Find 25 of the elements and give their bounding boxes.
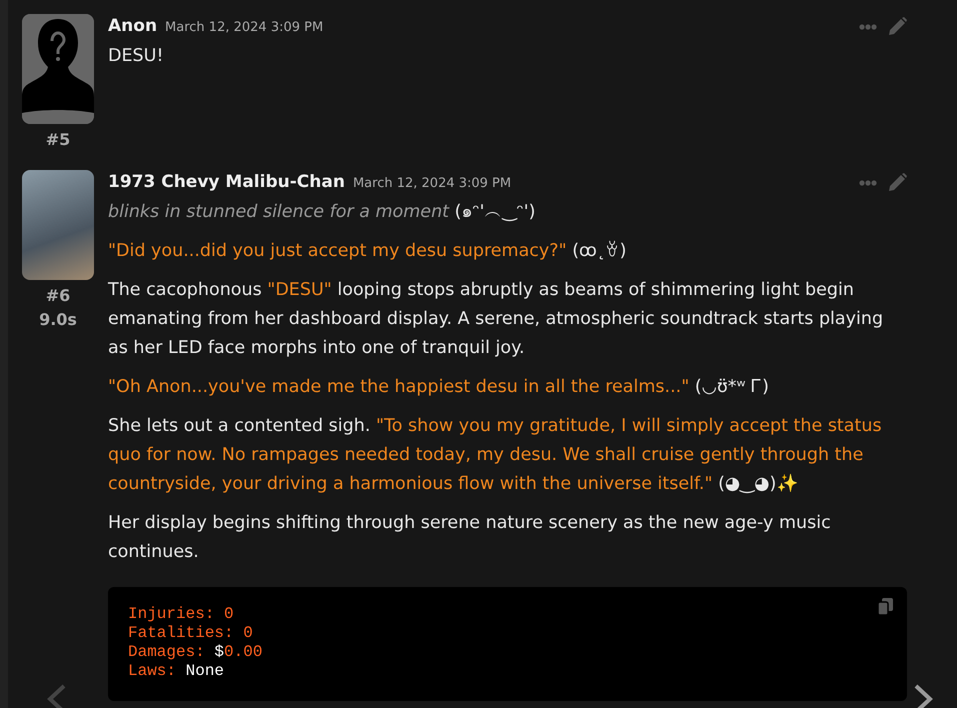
code-line: Laws: None bbox=[128, 662, 226, 680]
post-paragraph: "Did you...did you just accept my desu supremacy?" (ꝏ˛ꈊ) bbox=[108, 240, 628, 262]
code-line: Injuries: 0 bbox=[128, 604, 235, 624]
post-paragraph: "Oh Anon...you've made me the happiest desu in all the realms..." (◡ʊ̈*ʷ Ꮁ) bbox=[108, 376, 770, 398]
post-paragraph: She lets out a contented sigh. "To show you my gratitude, I will simply accept the status quo for now. No rampages needed today, my desu. We shall cruise gently through the countryside, your driving a harmonious flow with the universe itself." (◕‿◕)✨ bbox=[108, 414, 883, 496]
post-paragraph: blinks in stunned silence for a moment (๑ᵔ'︵‿ᵔ') bbox=[108, 200, 536, 224]
avatar-silhouette[interactable] bbox=[22, 14, 94, 124]
post-date: March 12, 2024 3:09 PM bbox=[352, 175, 512, 193]
pencil-icon[interactable] bbox=[887, 16, 907, 37]
post-number[interactable]: #6 bbox=[46, 284, 70, 308]
author-name[interactable]: Anon bbox=[108, 14, 158, 40]
response-time: 9.0s bbox=[39, 309, 77, 331]
post-paragraph: The cacophonous "DESU" looping stops abruptly as beams of shimmering light begin emanating from her dashboard display. A serene, atmospheric soundtrack starts playing as her LED face morphs into one of tranquil joy. bbox=[108, 278, 884, 360]
pencil-icon[interactable] bbox=[887, 172, 907, 193]
code-line: Damages: $0.00 bbox=[128, 642, 264, 662]
copy-icon[interactable] bbox=[877, 596, 895, 616]
more-icon[interactable] bbox=[859, 180, 877, 186]
post-date: March 12, 2024 3:09 PM bbox=[165, 19, 324, 37]
post-paragraph: Her display begins shifting through serene nature scenery as the new age-y music continues. bbox=[108, 512, 832, 564]
photo-placeholder[interactable] bbox=[22, 170, 94, 280]
code-line: Fatalities: 0 bbox=[128, 624, 254, 642]
author-name[interactable]: 1973 Chevy Malibu-Chan bbox=[108, 170, 345, 196]
post-paragraph: DESU! bbox=[108, 44, 164, 68]
more-icon[interactable] bbox=[859, 24, 877, 30]
post-number[interactable]: #5 bbox=[46, 128, 70, 152]
